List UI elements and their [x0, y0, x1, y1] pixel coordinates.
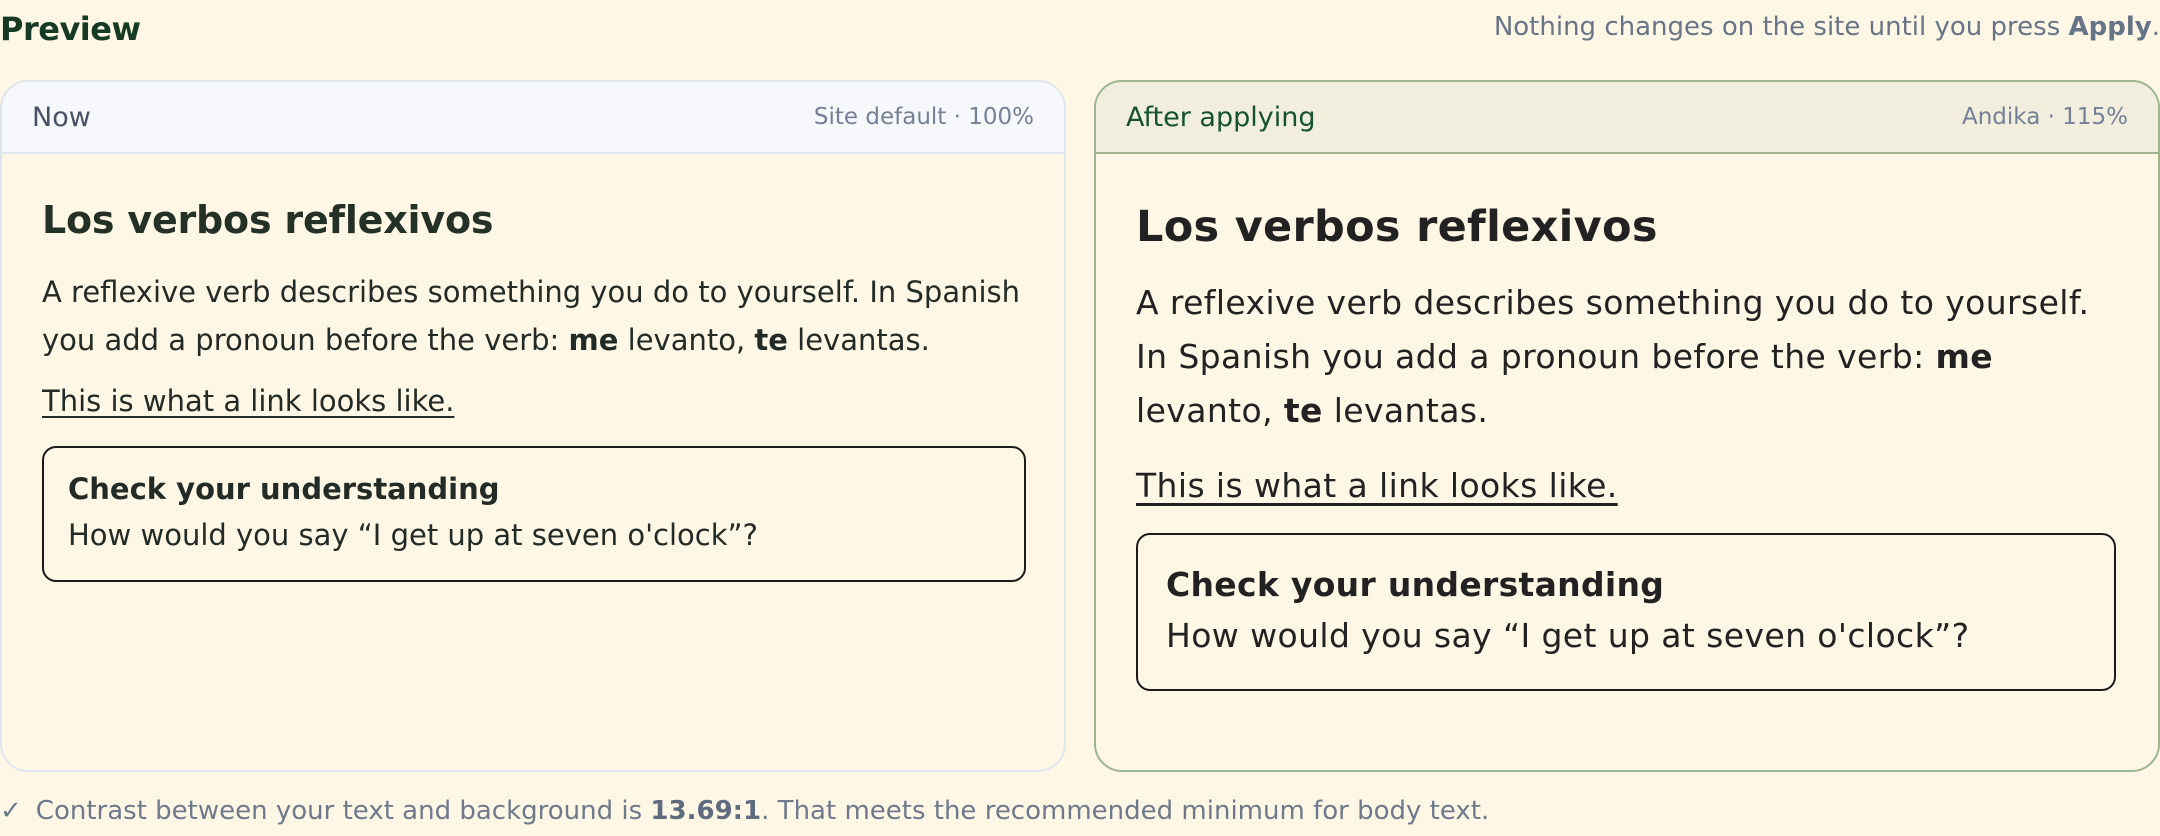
sample-heading: Los verbos reflexivos	[1136, 202, 1658, 252]
bold-pronoun: me	[568, 323, 619, 357]
panel-font-meta: Andika · 115%	[1962, 104, 2128, 130]
preview-panel-after: After applying Andika · 115% Los verbos …	[1094, 80, 2160, 772]
sample-content: Los verbos reflexivos A reflexive verb d…	[2, 198, 1064, 582]
card-question: How would you say “I get up at seven o'c…	[1166, 616, 1970, 655]
contrast-text: . That meets the recommended minimum for…	[761, 796, 1490, 826]
contrast-text: Contrast between your text and backgroun…	[35, 796, 651, 826]
contrast-status: ✓ Contrast between your text and backgrou…	[0, 796, 1489, 826]
card-title: Check your understanding	[1166, 565, 1665, 604]
apply-note: Nothing changes on the site until you pr…	[1494, 12, 2160, 42]
paragraph-text: levanto,	[1136, 391, 1284, 430]
understanding-card: Check your understanding How would you s…	[42, 446, 1026, 582]
apply-keyword: Apply	[2068, 12, 2152, 42]
panel-font-meta: Site default · 100%	[813, 104, 1034, 130]
page-title: Preview	[0, 10, 141, 48]
apply-note-text: Nothing changes on the site until you pr…	[1493, 12, 2069, 42]
bold-pronoun: te	[1283, 391, 1323, 430]
panel-label: Now	[32, 101, 91, 133]
paragraph-text: levanto,	[618, 323, 755, 357]
preview-panel-now: Now Site default · 100% Los verbos refle…	[0, 80, 1066, 772]
panel-header: Now Site default · 100%	[2, 82, 1064, 154]
panel-label: After applying	[1126, 101, 1316, 133]
apply-note-period: .	[2151, 12, 2160, 42]
paragraph-text: levantas.	[1322, 391, 1489, 430]
sample-link[interactable]: This is what a link looks like.	[1136, 466, 1618, 505]
panel-header: After applying Andika · 115%	[1096, 82, 2158, 154]
card-question: How would you say “I get up at seven o'c…	[68, 518, 758, 552]
paragraph-text: levantas.	[787, 323, 930, 357]
check-icon: ✓	[0, 796, 22, 826]
sample-link[interactable]: This is what a link looks like.	[42, 384, 454, 418]
sample-paragraph: A reflexive verb describes something you…	[42, 268, 1024, 364]
card-title: Check your understanding	[68, 472, 500, 506]
understanding-card: Check your understanding How would you s…	[1136, 533, 2116, 691]
contrast-ratio: 13.69:1	[650, 796, 762, 826]
bold-pronoun: te	[754, 323, 788, 357]
sample-paragraph: A reflexive verb describes something you…	[1136, 276, 2118, 438]
sample-content: Los verbos reflexivos A reflexive verb d…	[1096, 202, 2158, 691]
bold-pronoun: me	[1935, 337, 1994, 376]
sample-heading: Los verbos reflexivos	[42, 198, 494, 242]
